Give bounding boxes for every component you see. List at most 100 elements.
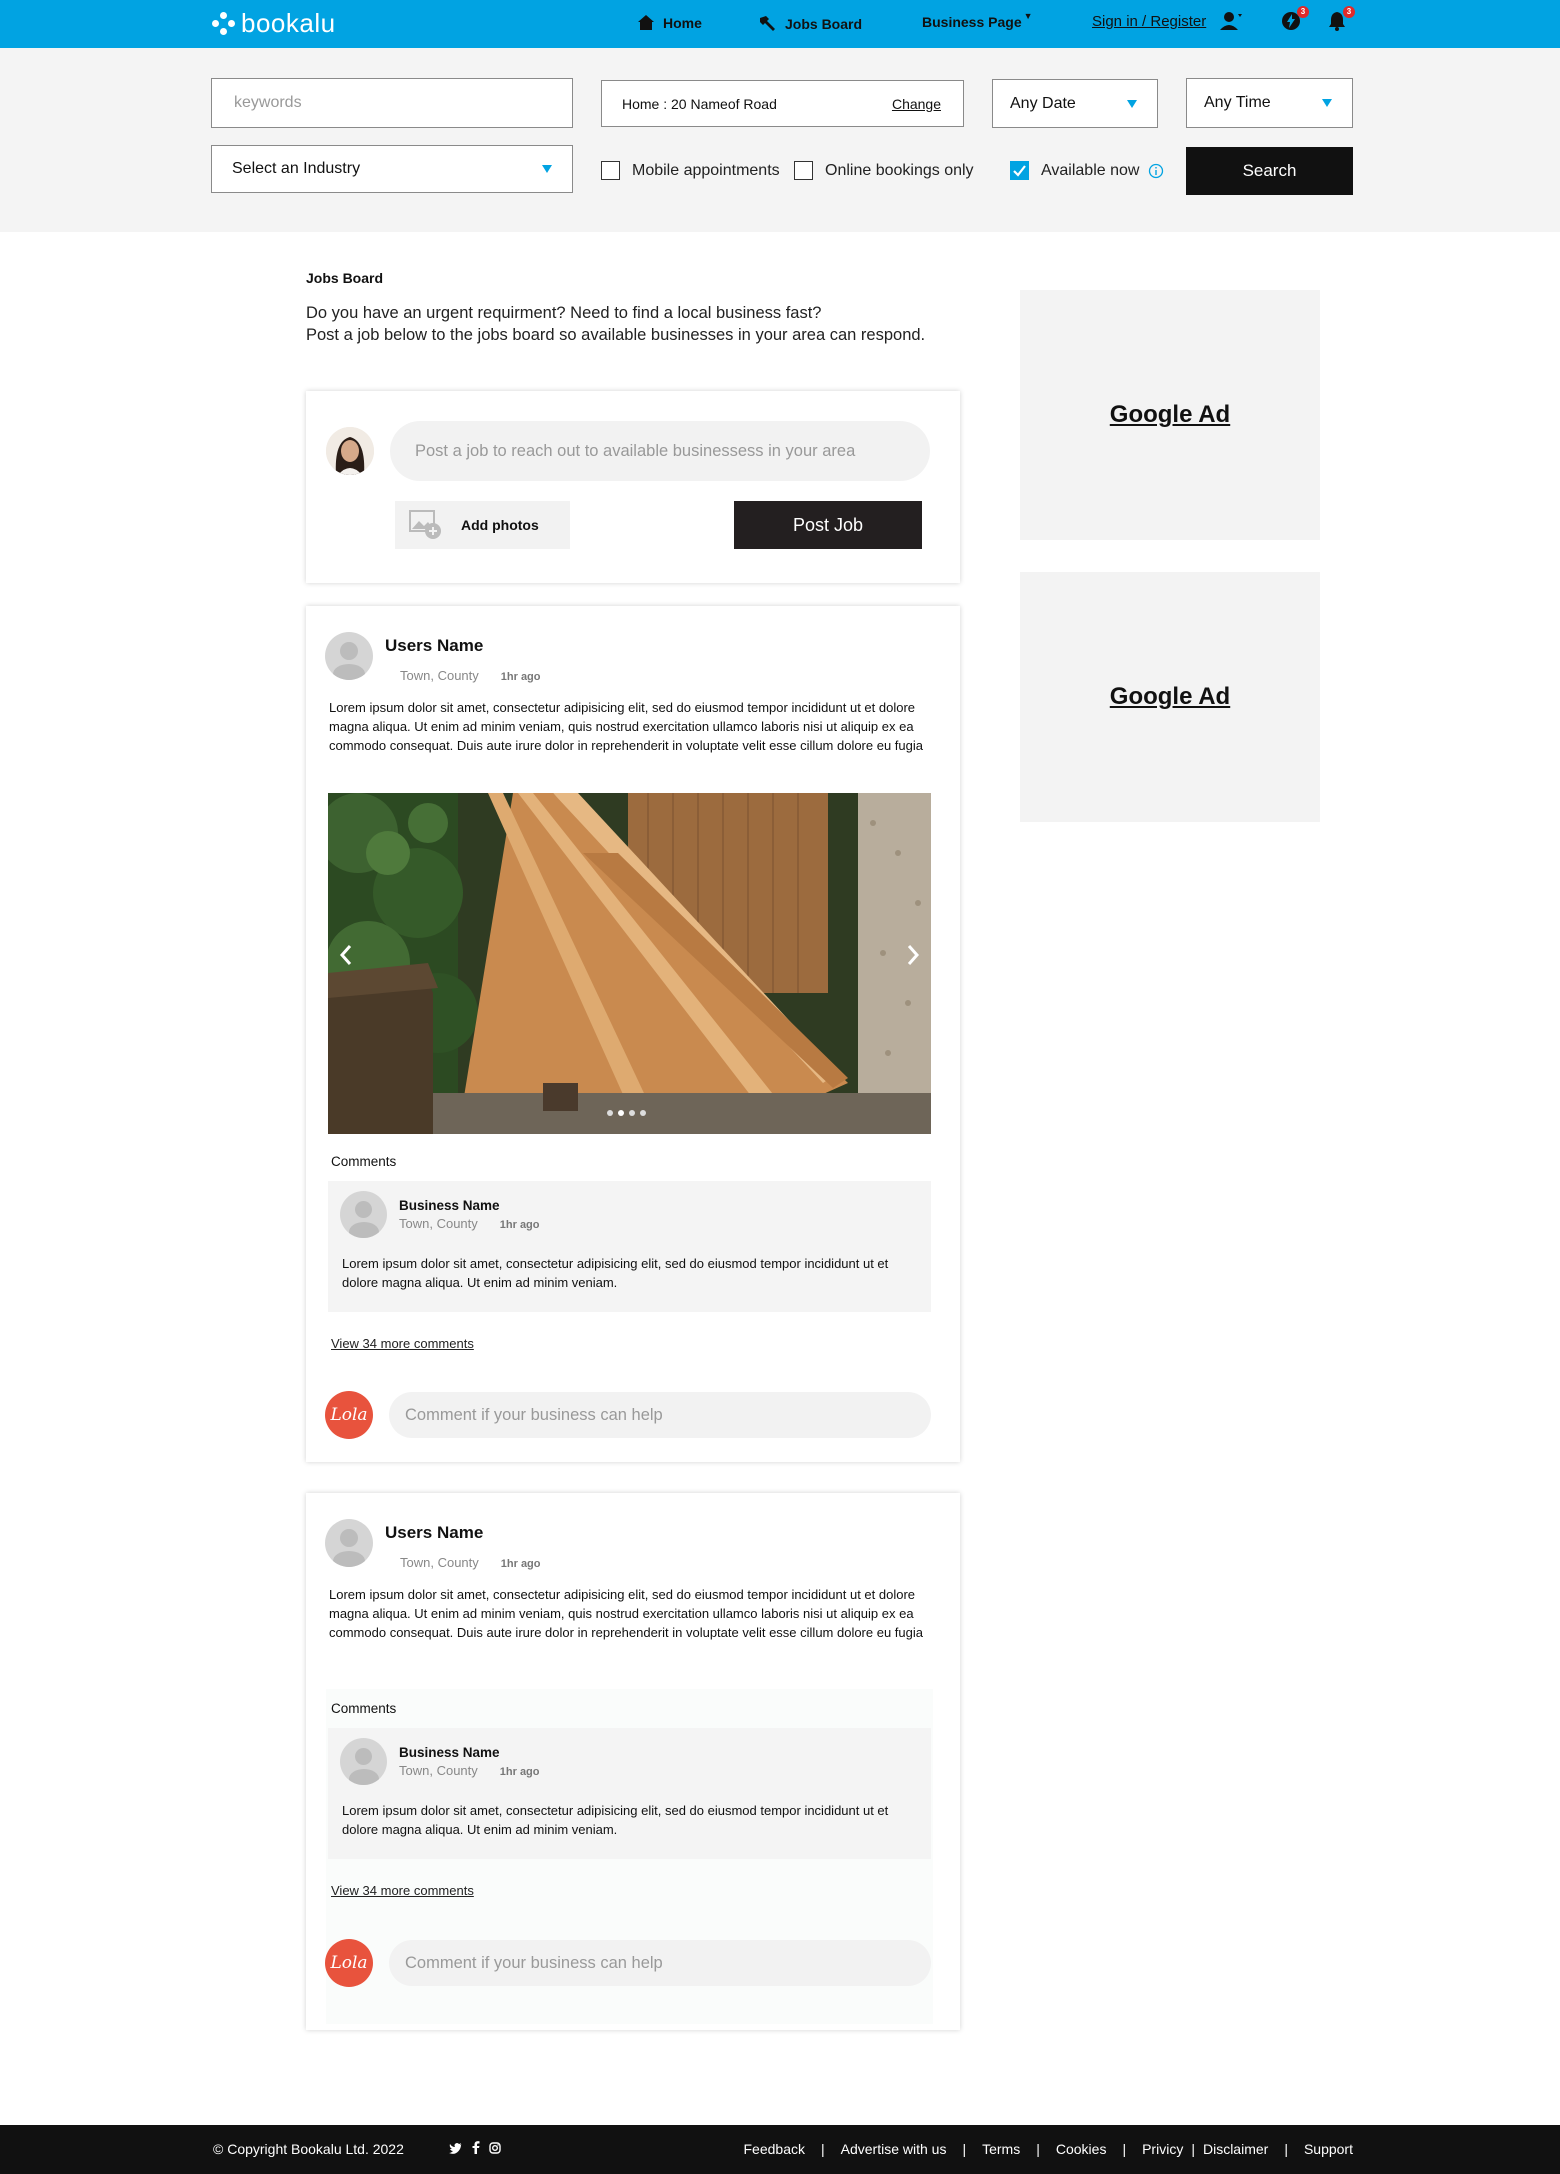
post-job-input[interactable]: Post a job to reach out to available bus… bbox=[390, 421, 930, 481]
footer-link-privacy[interactable]: Privicy bbox=[1142, 2141, 1183, 2157]
checkbox-checked[interactable] bbox=[1010, 161, 1029, 180]
online-bookings-checkbox[interactable]: Online bookings only bbox=[794, 161, 974, 180]
comments-label: Comments bbox=[331, 1701, 397, 1716]
nav-jobs-board-label: Jobs Board bbox=[785, 15, 863, 32]
checkmark-icon bbox=[1012, 164, 1026, 177]
footer-link-advertise[interactable]: Advertise with us bbox=[841, 2141, 947, 2157]
add-photos-button[interactable]: Add photos bbox=[395, 501, 570, 549]
comment-business-name[interactable]: Business Name bbox=[399, 1745, 500, 1760]
twitter-icon[interactable] bbox=[449, 2142, 463, 2154]
footer-separator: | bbox=[962, 2141, 967, 2157]
mobile-appointments-checkbox[interactable]: Mobile appointments bbox=[601, 161, 780, 180]
google-ad-slot[interactable]: Google Ad bbox=[1020, 290, 1320, 540]
user-account-menu[interactable] bbox=[1219, 11, 1243, 36]
carousel-next-icon[interactable] bbox=[905, 943, 921, 967]
fallen-fence-photo bbox=[328, 793, 931, 1134]
location-value: Home : 20 Nameof Road bbox=[622, 95, 777, 112]
comment-input-placeholder: Comment if your business can help bbox=[405, 1953, 663, 1972]
instagram-icon[interactable] bbox=[489, 2141, 501, 2154]
footer-link-disclaimer[interactable]: Disclaimer bbox=[1203, 2141, 1268, 2157]
date-select[interactable]: Any Date bbox=[992, 79, 1158, 128]
post-job-placeholder: Post a job to reach out to available bus… bbox=[415, 441, 856, 460]
business-avatar[interactable] bbox=[340, 1738, 387, 1785]
carousel-prev-icon[interactable] bbox=[338, 943, 354, 967]
post-job-button[interactable]: Post Job bbox=[734, 501, 922, 549]
search-button[interactable]: Search bbox=[1186, 147, 1353, 195]
comment-input[interactable]: Comment if your business can help bbox=[389, 1940, 931, 1986]
home-icon bbox=[638, 15, 654, 30]
current-user-avatar bbox=[326, 427, 374, 475]
bookalu-logo[interactable]: bookalu bbox=[212, 8, 336, 39]
comments-label: Comments bbox=[331, 1154, 397, 1169]
time-select[interactable]: Any Time bbox=[1186, 78, 1353, 128]
footer-separator: | bbox=[1036, 2141, 1040, 2157]
footer-link-cookies[interactable]: Cookies bbox=[1056, 2141, 1107, 2157]
location-field[interactable]: Home : 20 Nameof Road Change bbox=[601, 80, 964, 127]
footer-link-feedback[interactable]: Feedback bbox=[744, 2141, 805, 2157]
comment-input[interactable]: Comment if your business can help bbox=[389, 1392, 931, 1438]
post-image-carousel[interactable] bbox=[328, 793, 931, 1134]
comment-location: Town, County bbox=[399, 1216, 478, 1231]
dropdown-arrow-icon bbox=[542, 165, 552, 173]
comment-business-name[interactable]: Business Name bbox=[399, 1198, 500, 1213]
notifications-button[interactable]: 3 bbox=[1327, 6, 1355, 36]
footer-link-support[interactable]: Support bbox=[1304, 2141, 1353, 2157]
job-post-card: Users Name Town, County 1hr ago Lorem ips… bbox=[306, 1493, 960, 2030]
comment-meta: Town, County 1hr ago bbox=[399, 1216, 540, 1231]
date-select-value: Any Date bbox=[1010, 94, 1076, 112]
top-navbar: bookalu Home Jobs Board Business Page ▼ … bbox=[0, 0, 1560, 48]
industry-select[interactable]: Select an Industry bbox=[211, 145, 573, 193]
info-icon[interactable] bbox=[1148, 163, 1164, 179]
post-location: Town, County bbox=[400, 1555, 479, 1570]
post-meta: Town, County 1hr ago bbox=[400, 668, 541, 683]
dropdown-arrow-icon bbox=[1322, 99, 1332, 107]
user-avatar[interactable] bbox=[325, 1519, 373, 1567]
post-job-composer: Post a job to reach out to available bus… bbox=[306, 391, 960, 583]
footer: © Copyright Bookalu Ltd. 2022 Feedback |… bbox=[0, 2125, 1560, 2174]
change-location-link[interactable]: Change bbox=[892, 96, 941, 112]
copyright-text: © Copyright Bookalu Ltd. 2022 bbox=[213, 2141, 404, 2157]
nav-business-page-label: Business Page bbox=[922, 14, 1022, 30]
user-icon bbox=[1220, 12, 1242, 30]
keywords-input[interactable]: keywords bbox=[211, 78, 573, 128]
mobile-appointments-label: Mobile appointments bbox=[632, 161, 780, 179]
user-avatar[interactable] bbox=[325, 632, 373, 680]
intro-text: Do you have an urgent requirment? Need t… bbox=[306, 302, 1026, 346]
post-user-name[interactable]: Users Name bbox=[385, 1523, 483, 1543]
caret-down-icon: ▼ bbox=[1023, 11, 1033, 21]
carousel-dots[interactable] bbox=[607, 1110, 646, 1116]
page-title: Jobs Board bbox=[306, 270, 384, 286]
google-ad-slot[interactable]: Google Ad bbox=[1020, 572, 1320, 822]
nav-business-page[interactable]: Business Page ▼ bbox=[922, 11, 1033, 30]
add-image-icon bbox=[409, 510, 441, 539]
available-now-label: Available now bbox=[1041, 161, 1140, 179]
sign-in-register-link[interactable]: Sign in / Register bbox=[1092, 13, 1206, 30]
footer-links: Feedback | Advertise with us | Terms | C… bbox=[744, 2141, 1354, 2157]
intro-line-2: Post a job below to the jobs board so av… bbox=[306, 326, 926, 344]
messages-badge: 3 bbox=[1297, 6, 1309, 18]
nav-jobs-board[interactable]: Jobs Board bbox=[758, 14, 862, 33]
post-meta: Town, County 1hr ago bbox=[400, 1555, 541, 1570]
nav-home-label: Home bbox=[663, 14, 702, 31]
nav-home[interactable]: Home bbox=[637, 14, 702, 31]
view-more-comments-link[interactable]: View 34 more comments bbox=[331, 1883, 474, 1898]
footer-link-terms[interactable]: Terms bbox=[982, 2141, 1020, 2157]
messages-button[interactable]: 3 bbox=[1281, 6, 1309, 36]
logo-dots-icon bbox=[212, 11, 236, 36]
industry-select-value: Select an Industry bbox=[232, 160, 361, 177]
commenter-avatar: Lola bbox=[325, 1391, 373, 1439]
available-now-checkbox[interactable]: Available now bbox=[1010, 161, 1164, 180]
logo-text: bookalu bbox=[241, 8, 336, 38]
time-select-value: Any Time bbox=[1204, 94, 1271, 111]
facebook-icon[interactable] bbox=[472, 2141, 480, 2154]
post-time: 1hr ago bbox=[500, 671, 541, 683]
checkbox-unchecked[interactable] bbox=[794, 161, 813, 180]
view-more-comments-link[interactable]: View 34 more comments bbox=[331, 1336, 474, 1351]
checkbox-unchecked[interactable] bbox=[601, 161, 620, 180]
job-post-card: Users Name Town, County 1hr ago Lorem ips… bbox=[306, 606, 960, 1462]
business-avatar[interactable] bbox=[340, 1191, 387, 1238]
comment-time: 1hr ago bbox=[499, 1766, 540, 1778]
comment-item: Business Name Town, County 1hr ago Lorem … bbox=[328, 1728, 931, 1859]
comment-body: Lorem ipsum dolor sit amet, consectetur … bbox=[342, 1803, 889, 1837]
post-user-name[interactable]: Users Name bbox=[385, 636, 483, 656]
